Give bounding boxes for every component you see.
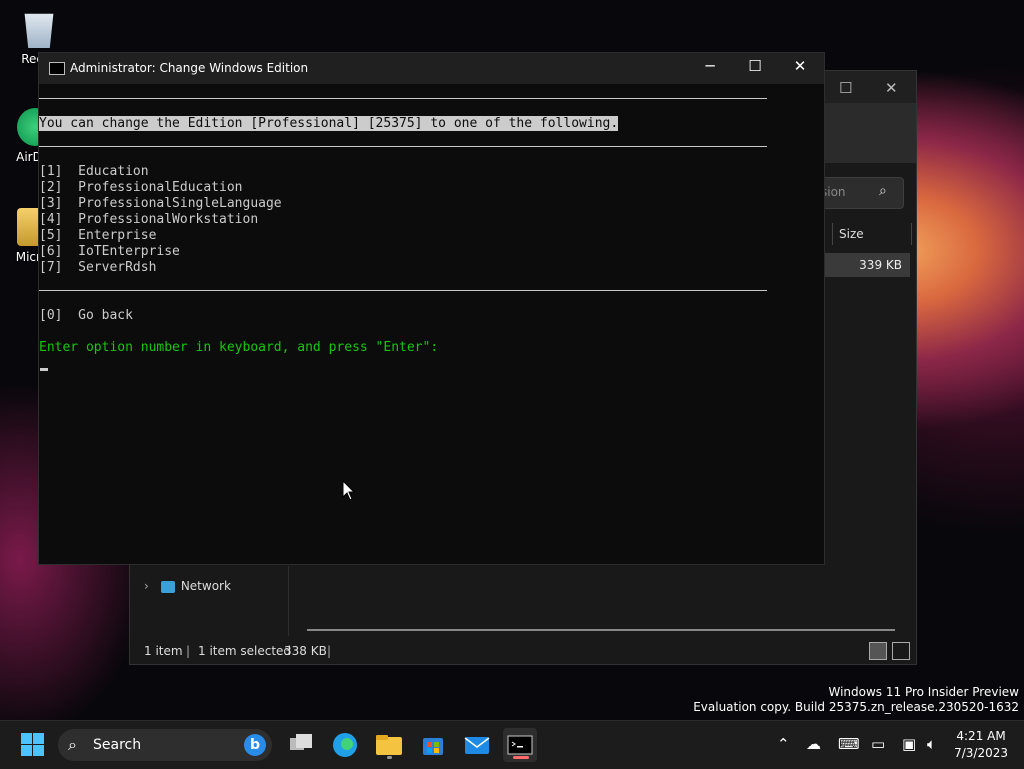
task-view-icon [290, 734, 312, 750]
store-icon [423, 738, 443, 755]
text-cursor [40, 368, 48, 371]
command-prompt-icon [49, 62, 65, 75]
input-prompt: Enter option number in keyboard, and pre… [39, 340, 439, 355]
go-back-line: [0] Go back [39, 308, 133, 323]
tiles-view-button[interactable] [892, 642, 910, 660]
clock-time: 4:21 AM [956, 729, 1006, 743]
maximize-button[interactable]: ☐ [740, 57, 770, 75]
option-line: [6] IoTEnterprise [39, 244, 180, 259]
evaluation-watermark: Windows 11 Pro Insider Preview Evaluatio… [693, 685, 1019, 715]
divider [39, 98, 767, 99]
search-icon: ⌕ [68, 735, 77, 754]
maximize-icon[interactable]: ☐ [839, 79, 852, 97]
volume-icon[interactable]: 🔈︎ [927, 735, 936, 753]
bing-icon[interactable]: b [244, 734, 266, 756]
status-separator: | [186, 644, 191, 658]
clock[interactable]: 4:21 AM 7/3/2023 [954, 728, 1008, 762]
network-icon[interactable]: ▣ [902, 735, 916, 753]
nav-item-label: Network [180, 579, 231, 593]
details-view-button[interactable] [869, 642, 887, 660]
mail-taskbar-button[interactable] [460, 728, 494, 762]
minimize-button[interactable]: ─ [695, 57, 725, 75]
recycle-bin-icon [24, 13, 54, 48]
show-hidden-icons-chevron-up-icon[interactable]: ⌃ [777, 735, 790, 753]
status-size: 338 KB [284, 644, 327, 658]
close-button[interactable]: ✕ [785, 57, 815, 75]
console-titlebar[interactable]: Administrator: Change Windows Edition ─ … [39, 53, 824, 84]
running-indicator [387, 756, 392, 759]
active-indicator [513, 756, 529, 759]
file-row-size[interactable]: 339 KB [824, 253, 910, 277]
taskbar: ⌕ Search b ⌃ ☁ ⌨ ▭ ▣ 🔈︎ 4:21 AM 7/3/2023 [0, 720, 1024, 769]
store-taskbar-button[interactable] [416, 728, 450, 762]
taskbar-search-box[interactable]: ⌕ Search b [58, 729, 272, 761]
touchpad-icon[interactable]: ▭ [871, 735, 885, 753]
divider [39, 146, 767, 147]
column-header-size[interactable]: Size [832, 223, 912, 245]
option-line: [1] Education [39, 164, 149, 179]
file-explorer-taskbar-button[interactable] [372, 728, 406, 762]
close-icon[interactable]: ✕ [885, 79, 898, 97]
edition-header: You can change the Edition [Professional… [39, 116, 619, 131]
chevron-right-icon[interactable]: › [144, 579, 149, 593]
option-line: [5] Enterprise [39, 228, 157, 243]
console-window[interactable]: Administrator: Change Windows Edition ─ … [38, 52, 825, 565]
console-output[interactable]: You can change the Edition [Professional… [39, 84, 824, 564]
keyboard-icon[interactable]: ⌨ [838, 735, 860, 753]
option-line: [2] ProfessionalEducation [39, 180, 243, 195]
terminal-taskbar-button[interactable] [503, 728, 537, 762]
edge-icon [333, 733, 357, 757]
edge-taskbar-button[interactable] [328, 728, 362, 762]
horizontal-scrollbar[interactable] [307, 629, 895, 631]
status-item-count: 1 item [144, 644, 183, 658]
start-button[interactable] [16, 728, 50, 762]
watermark-line-1: Windows 11 Pro Insider Preview [828, 685, 1019, 699]
status-bar: 1 item | 1 item selected 338 KB | [130, 639, 916, 663]
status-separator: | [327, 644, 332, 658]
option-line: [3] ProfessionalSingleLanguage [39, 196, 282, 211]
task-view-button[interactable] [284, 728, 318, 762]
window-title: Administrator: Change Windows Edition [70, 61, 309, 75]
nav-item-network[interactable]: › Network [144, 579, 231, 593]
option-line: [4] ProfessionalWorkstation [39, 212, 259, 227]
search-label: Search [93, 737, 142, 753]
onedrive-offline-icon[interactable]: ☁ [806, 735, 821, 753]
clock-date: 7/3/2023 [954, 746, 1008, 760]
status-selected: 1 item selected [198, 644, 292, 658]
mail-icon [464, 737, 490, 754]
divider [39, 290, 767, 291]
navigation-pane [130, 566, 289, 636]
watermark-line-2: Evaluation copy. Build 25375.zn_release.… [693, 700, 1019, 714]
search-icon: ⌕ [879, 183, 887, 199]
option-line: [7] ServerRdsh [39, 260, 157, 275]
network-icon [160, 580, 175, 593]
